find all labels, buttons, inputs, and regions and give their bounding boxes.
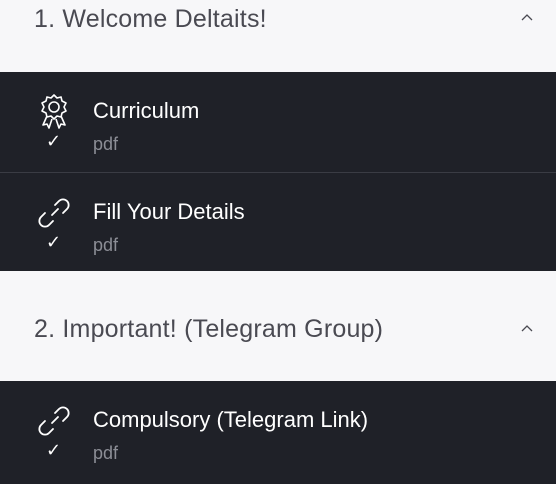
award-badge-icon [34, 92, 74, 132]
lesson-item-compulsory-telegram-link[interactable]: ✓ Compulsory (Telegram Link) pdf [0, 381, 556, 484]
lesson-title: Curriculum [93, 98, 200, 123]
lesson-title: Compulsory (Telegram Link) [93, 407, 369, 432]
link-icon [34, 401, 74, 441]
section-title: 1. Welcome Deltaits! [34, 5, 267, 33]
course-curriculum: 1. Welcome Deltaits! ✓ Curriculum pdf ✓ … [0, 0, 556, 484]
lesson-item-curriculum[interactable]: ✓ Curriculum pdf [0, 72, 556, 172]
section-title: 2. Important! (Telegram Group) [34, 315, 384, 343]
section-header-important[interactable]: 2. Important! (Telegram Group) [0, 271, 556, 381]
check-icon: ✓ [46, 440, 62, 460]
lesson-item-fill-your-details[interactable]: ✓ Fill Your Details pdf [0, 172, 556, 271]
chevron-up-icon[interactable] [520, 321, 534, 335]
check-icon: ✓ [46, 232, 62, 252]
lesson-type: pdf [93, 235, 119, 255]
section-header-welcome[interactable]: 1. Welcome Deltaits! [0, 0, 556, 72]
chevron-up-icon[interactable] [520, 10, 534, 24]
lesson-title: Fill Your Details [93, 199, 245, 224]
lesson-type: pdf [93, 443, 119, 463]
link-icon [34, 193, 74, 233]
lesson-type: pdf [93, 134, 119, 154]
check-icon: ✓ [46, 131, 62, 151]
